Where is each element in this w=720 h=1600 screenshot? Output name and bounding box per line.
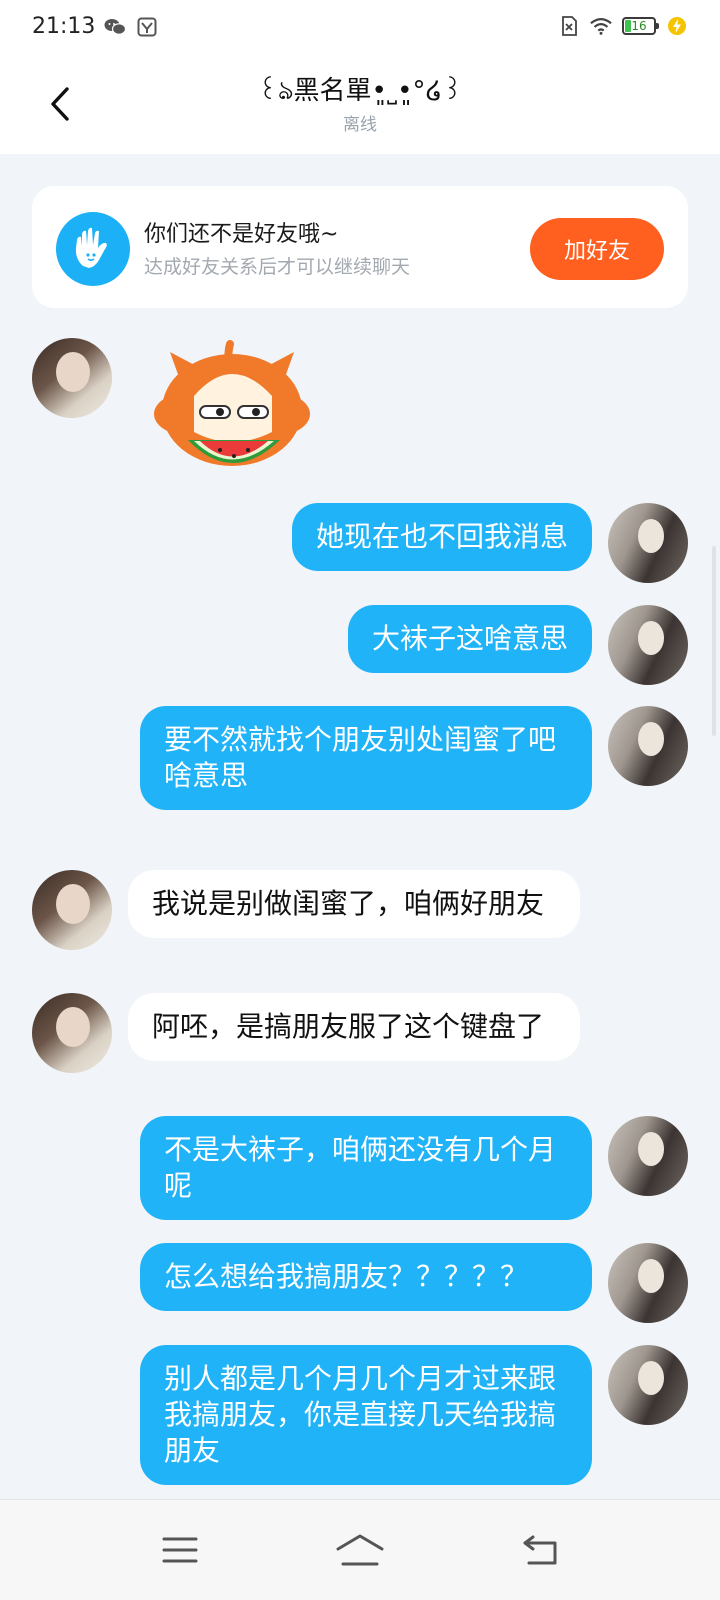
system-nav-bar bbox=[0, 1499, 720, 1600]
back-button[interactable] bbox=[40, 82, 80, 126]
scrollbar[interactable] bbox=[712, 546, 716, 736]
banner-description: 达成好友关系后才可以继续聊天 bbox=[144, 256, 411, 278]
my-message-bubble[interactable]: 要不然就找个朋友别处闺蜜了吧 啥意思 bbox=[140, 706, 592, 810]
top-bar: 21:13 16 ꒰ঌ黑名單•͈˽•͈°໒꒱ 离线 bbox=[0, 0, 720, 154]
my-message-bubble[interactable]: 怎么想给我搞朋友？？？？？ bbox=[140, 1243, 592, 1311]
my-message-bubble[interactable]: 不是大袜子，咱俩还没有几个月呢 bbox=[140, 1116, 592, 1220]
sim-off-icon bbox=[558, 16, 580, 36]
battery-icon: 16 bbox=[622, 17, 659, 35]
friend-request-banner: 你们还不是好友哦~ 达成好友关系后才可以继续聊天 加好友 bbox=[32, 186, 688, 308]
my-avatar[interactable] bbox=[608, 605, 688, 685]
contact-avatar[interactable] bbox=[32, 993, 112, 1073]
my-avatar[interactable] bbox=[608, 1243, 688, 1323]
menu-icon[interactable] bbox=[150, 1522, 210, 1578]
charging-icon bbox=[666, 16, 688, 36]
wifi-icon bbox=[590, 16, 612, 36]
banner-title: 你们还不是好友哦~ bbox=[144, 222, 339, 247]
my-avatar[interactable] bbox=[608, 1345, 688, 1425]
my-avatar[interactable] bbox=[608, 1116, 688, 1196]
back-nav-icon[interactable] bbox=[510, 1522, 570, 1578]
home-icon[interactable] bbox=[330, 1522, 390, 1578]
hand-wave-icon bbox=[56, 212, 130, 286]
my-message-bubble[interactable]: 大袜子这啥意思 bbox=[347, 605, 592, 673]
battery-level: 16 bbox=[631, 19, 647, 33]
my-message-bubble[interactable]: 她现在也不回我消息 bbox=[291, 503, 592, 571]
wechat-icon bbox=[104, 17, 126, 37]
contact-avatar[interactable] bbox=[32, 338, 112, 418]
online-status: 离线 bbox=[343, 115, 377, 135]
orange-cat-eating-watermelon-sticker[interactable] bbox=[150, 340, 314, 480]
my-message-bubble[interactable]: 别人都是几个月几个月才过来跟我搞朋友，你是直接几天给我搞朋友 bbox=[140, 1345, 592, 1485]
add-friend-button[interactable]: 加好友 bbox=[530, 218, 664, 280]
chat-title: ꒰ঌ黑名單•͈˽•͈°໒꒱ bbox=[257, 76, 463, 106]
gallery-icon bbox=[136, 17, 158, 37]
chevron-left-icon bbox=[51, 87, 69, 121]
contact-message-bubble[interactable]: 我说是别做闺蜜了，咱俩好朋友 bbox=[128, 870, 580, 938]
contact-message-bubble[interactable]: 阿呸，是搞朋友服了这个键盘了 bbox=[128, 993, 580, 1061]
my-avatar[interactable] bbox=[608, 503, 688, 583]
status-time: 21:13 bbox=[32, 14, 96, 39]
contact-avatar[interactable] bbox=[32, 870, 112, 950]
my-avatar[interactable] bbox=[608, 706, 688, 786]
